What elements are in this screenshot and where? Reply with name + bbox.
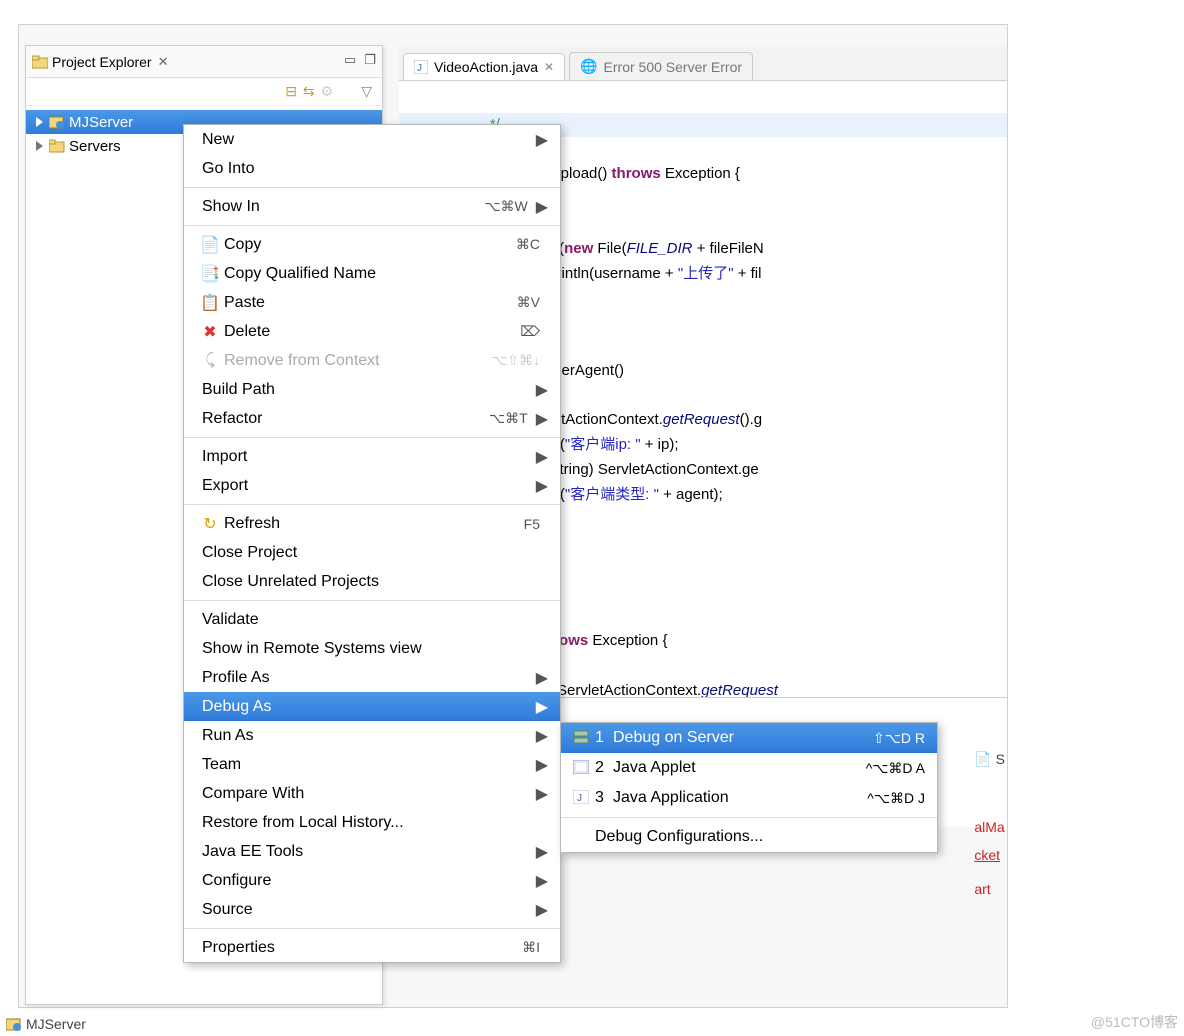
folder-icon: [49, 139, 65, 153]
tree-item-label: Servers: [69, 138, 121, 155]
context-menu: New▶ Go Into Show In⌥⌘W▶ 📄Copy⌘C 📑Copy Q…: [183, 124, 561, 963]
menu-debug-as[interactable]: Debug As▶: [184, 692, 560, 721]
link-editor-icon[interactable]: ⇆: [303, 83, 315, 100]
debug-as-submenu: 1 Debug on Server ⇧⌥D R 2 Java Applet ^⌥…: [560, 722, 938, 853]
status-project-label: MJServer: [26, 1016, 86, 1032]
menu-configure[interactable]: Configure▶: [184, 866, 560, 895]
submenu-java-applet[interactable]: 2 Java Applet ^⌥⌘D A: [561, 753, 937, 783]
project-icon: [6, 1017, 22, 1031]
copy-icon: 📄: [202, 237, 218, 253]
menu-source[interactable]: Source▶: [184, 895, 560, 924]
menu-properties[interactable]: Properties⌘I: [184, 933, 560, 962]
explorer-tab[interactable]: Project Explorer ✕ ▭ ❐: [26, 46, 382, 78]
close-icon[interactable]: ✕: [544, 60, 554, 74]
menu-copy[interactable]: 📄Copy⌘C: [184, 230, 560, 259]
menu-jee-tools[interactable]: Java EE Tools▶: [184, 837, 560, 866]
maximize-icon[interactable]: ❐: [364, 52, 376, 68]
menu-team[interactable]: Team▶: [184, 750, 560, 779]
editor-tabs: J VideoAction.java ✕ 🌐 Error 500 Server …: [399, 47, 1007, 81]
tab-error500[interactable]: 🌐 Error 500 Server Error: [569, 52, 753, 80]
menu-remote-systems[interactable]: Show in Remote Systems view: [184, 634, 560, 663]
expand-arrow-icon[interactable]: [36, 141, 43, 151]
menu-refresh[interactable]: ↻RefreshF5: [184, 509, 560, 538]
gutter-icon: 📄: [974, 751, 991, 767]
menu-compare-with[interactable]: Compare With▶: [184, 779, 560, 808]
submenu-debug-on-server[interactable]: 1 Debug on Server ⇧⌥D R: [561, 723, 937, 753]
folder-icon: [32, 55, 48, 69]
watermark: @51CTO博客: [1091, 1012, 1178, 1032]
menu-close-unrelated[interactable]: Close Unrelated Projects: [184, 567, 560, 596]
expand-arrow-icon[interactable]: [36, 117, 43, 127]
copy-qualified-icon: 📑: [202, 266, 218, 282]
svg-text:J: J: [417, 63, 422, 74]
filters-icon[interactable]: ⚙: [321, 83, 334, 100]
submenu-debug-configurations[interactable]: Debug Configurations...: [561, 822, 937, 852]
remove-icon: ⤹: [202, 353, 218, 369]
menu-remove-context: ⤹Remove from Context⌥⇧⌘↓: [184, 346, 560, 375]
explorer-toolbar: ⊟ ⇆ ⚙ ▽: [26, 78, 382, 106]
menu-refactor[interactable]: Refactor⌥⌘T▶: [184, 404, 560, 433]
tab-label: VideoAction.java: [434, 59, 538, 75]
view-menu-icon[interactable]: ▽: [361, 83, 372, 100]
right-gutter: 📄 S alMa cket art: [974, 745, 1005, 903]
menu-delete[interactable]: ✖Delete⌦: [184, 317, 560, 346]
menu-import[interactable]: Import▶: [184, 442, 560, 471]
java-app-icon: J: [573, 790, 591, 806]
server-icon: [573, 730, 591, 746]
menu-profile-as[interactable]: Profile As▶: [184, 663, 560, 692]
menu-restore-history[interactable]: Restore from Local History...: [184, 808, 560, 837]
menu-run-as[interactable]: Run As▶: [184, 721, 560, 750]
menu-show-in[interactable]: Show In⌥⌘W▶: [184, 192, 560, 221]
submenu-java-application[interactable]: J 3 Java Application ^⌥⌘D J: [561, 783, 937, 813]
paste-icon: 📋: [202, 295, 218, 311]
menu-validate[interactable]: Validate: [184, 605, 560, 634]
menu-paste[interactable]: 📋Paste⌘V: [184, 288, 560, 317]
menu-close-project[interactable]: Close Project: [184, 538, 560, 567]
java-file-icon: J: [414, 60, 428, 74]
minimize-icon[interactable]: ▭: [344, 52, 356, 68]
applet-icon: [573, 760, 591, 776]
delete-icon: ✖: [202, 324, 218, 340]
menu-copy-qualified[interactable]: 📑Copy Qualified Name: [184, 259, 560, 288]
tab-label: Error 500 Server Error: [604, 59, 742, 75]
menu-build-path[interactable]: Build Path▶: [184, 375, 560, 404]
globe-icon: 🌐: [580, 58, 597, 75]
explorer-tab-label: Project Explorer: [52, 54, 152, 70]
tree-item-label: MJServer: [69, 114, 133, 131]
collapse-all-icon[interactable]: ⊟: [285, 83, 297, 100]
project-icon: [49, 115, 65, 129]
refresh-icon: ↻: [202, 516, 218, 532]
menu-export[interactable]: Export▶: [184, 471, 560, 500]
close-icon[interactable]: ✕: [158, 54, 169, 70]
svg-text:J: J: [577, 793, 582, 804]
menu-new[interactable]: New▶: [184, 125, 560, 154]
menu-go-into[interactable]: Go Into: [184, 154, 560, 183]
tab-videoaction[interactable]: J VideoAction.java ✕: [403, 53, 565, 80]
